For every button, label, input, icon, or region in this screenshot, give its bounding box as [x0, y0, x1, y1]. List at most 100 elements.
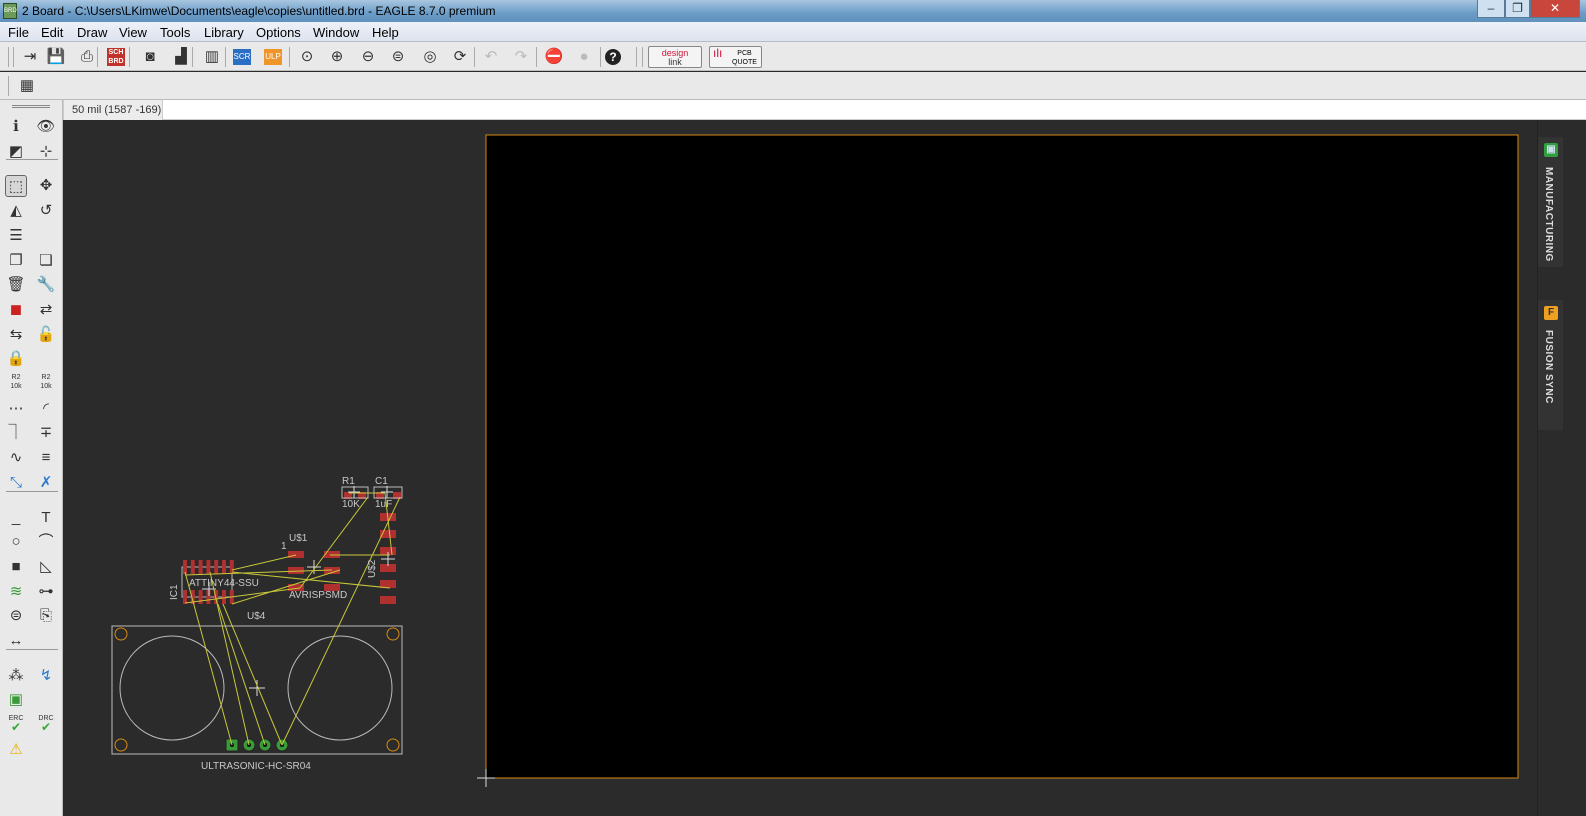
restore-button[interactable]: ❐	[1505, 0, 1530, 18]
board-outline	[485, 134, 1519, 779]
delete-icon[interactable]: 🗑	[5, 274, 27, 296]
circle-icon[interactable]: ○	[5, 531, 27, 553]
board-canvas[interactable]: R1 10K C1 1uF U$1 1 AVRISPSMD ATTINY44-S…	[63, 120, 1537, 816]
script-icon[interactable]: SCR	[233, 49, 251, 65]
main-toolbar: ⇥ 💾 ⎙ SCH BRD ◙ ▟ ▥ SCR ULP ⊙ ⊕ ⊖ ⊜ ◎ ⟳ ↶ ↷ ⛔ ●? design link…	[0, 42, 1586, 71]
via-icon[interactable]: ≋	[5, 581, 27, 603]
ultrasonic-module[interactable]	[111, 625, 403, 755]
ic1-pad	[206, 560, 211, 574]
help-icon[interactable]: ?	[605, 49, 621, 65]
design-link-button[interactable]: design link	[648, 46, 702, 68]
ulp-icon[interactable]: ULP	[264, 49, 282, 65]
align-icon[interactable]: ☰	[5, 225, 27, 247]
minimize-button[interactable]: –	[1477, 0, 1505, 18]
miter-icon[interactable]: ◜	[35, 398, 57, 420]
lock-icon[interactable]: 🔒	[5, 348, 27, 370]
split-icon[interactable]: ⏋	[5, 422, 27, 444]
erc-icon[interactable]: ERC ✔	[5, 714, 27, 736]
grid-icon[interactable]: ▦	[16, 75, 38, 97]
menu-view[interactable]: View	[119, 25, 147, 40]
fusion-sync-tab[interactable]: F FUSION SYNC	[1538, 300, 1563, 430]
title-bar: BRD 2 Board - C:\Users\LKimwe\Documents\…	[0, 0, 1586, 22]
meander-icon[interactable]: ∿	[5, 447, 27, 469]
arc-icon[interactable]: ⌒	[35, 531, 57, 553]
value-icon[interactable]: R2 10k	[35, 373, 57, 395]
name-icon[interactable]: R2 10k	[5, 373, 27, 395]
menu-options[interactable]: Options	[256, 25, 301, 40]
sch-brd-switch-icon[interactable]: SCH BRD	[107, 48, 125, 66]
library-icon[interactable]: ▥	[201, 46, 223, 68]
command-input[interactable]	[175, 101, 1575, 119]
avrisp-label: AVRISPSMD	[289, 590, 347, 601]
smash-icon[interactable]: ⋯	[5, 398, 27, 420]
toolbar-separator	[6, 648, 58, 650]
toolbar-grip[interactable]	[12, 105, 50, 108]
polygon-icon[interactable]: ◺	[35, 556, 57, 578]
zoom-in-icon[interactable]: ⊕	[326, 46, 348, 68]
us1-pin-label: 1	[281, 541, 287, 552]
menu-tools[interactable]: Tools	[160, 25, 190, 40]
menu-library[interactable]: Library	[204, 25, 244, 40]
errors-icon[interactable]: ⚠	[5, 739, 27, 761]
menu-draw[interactable]: Draw	[77, 25, 107, 40]
menu-help[interactable]: Help	[372, 25, 399, 40]
signal-icon[interactable]: ⊶	[35, 581, 57, 603]
rotate-icon[interactable]: ↺	[35, 200, 57, 222]
select-icon[interactable]: ⬚	[5, 175, 27, 198]
save-icon[interactable]: 💾	[45, 46, 67, 68]
menu-file[interactable]: File	[8, 25, 29, 40]
lock-part-icon[interactable]: 🔓	[35, 324, 57, 346]
toolbar-separator	[6, 159, 58, 161]
zoom-fit-icon[interactable]: ⊙	[296, 46, 318, 68]
move-icon[interactable]: ✥	[35, 175, 57, 197]
menu-edit[interactable]: Edit	[41, 25, 63, 40]
manufacturing-tab[interactable]: ▣ MANUFACTURING	[1538, 137, 1563, 267]
close-button[interactable]: ✕	[1530, 0, 1580, 18]
attribute-icon[interactable]: ⎘	[35, 605, 57, 627]
zoom-area-icon[interactable]: ◎	[419, 46, 441, 68]
info-icon[interactable]: ℹ	[5, 116, 27, 138]
c1-label: C1	[375, 476, 388, 487]
menu-window[interactable]: Window	[313, 25, 359, 40]
change-icon[interactable]: 🔧	[35, 274, 57, 296]
replace-icon[interactable]: ⇄	[35, 299, 57, 321]
command-toolbar: ℹ 👁 ◩ ⊹ ⬚ ✥ ◭ ↺ ☰ ❐ ❏ 🗑 🔧 ◼ ⇄ ⇆ 🔓 🔒 R2 10k R2 10k ⋯ ◜ ⏋ ∓ ∿ ≡ ⤡ ✗ _ T ○ ⌒…	[0, 100, 63, 816]
hole-icon[interactable]: ⊜	[5, 605, 27, 627]
stop-icon[interactable]: ⛔	[543, 46, 565, 68]
print-icon[interactable]: ⎙	[76, 46, 98, 68]
manufacturing-icon[interactable]: ▟	[170, 46, 192, 68]
redo-icon[interactable]: ↷	[510, 46, 532, 68]
design-block-icon[interactable]: ▣	[5, 689, 27, 711]
ratsnest-icon[interactable]: ⁂	[5, 665, 27, 687]
sonar-label: ULTRASONIC-HC-SR04	[201, 761, 311, 772]
value-sample: 10k	[40, 383, 52, 390]
zoom-out-icon[interactable]: ⊖	[357, 46, 379, 68]
ic1-label: IC1	[169, 584, 180, 600]
board-drawing[interactable]: R1 10K C1 1uF U$1 1 AVRISPSMD ATTINY44-S…	[63, 120, 1537, 816]
optimize-icon[interactable]: ∓	[35, 422, 57, 444]
name-sample: R2	[11, 374, 21, 381]
swap-icon[interactable]: ⇆	[5, 324, 27, 346]
rectangle-icon[interactable]: ■	[5, 556, 27, 578]
pcb-quote-button[interactable]: ılı PCB QUOTE	[709, 46, 762, 68]
ic1-value: ATTINY44-SSU	[189, 578, 259, 589]
drc-icon[interactable]: DRC ✔	[35, 714, 57, 736]
autorouter-icon[interactable]: ↯	[35, 665, 57, 687]
ic1-pad	[190, 560, 195, 574]
paste-icon[interactable]: ❏	[35, 250, 57, 272]
open-icon[interactable]: ⇥	[19, 46, 41, 68]
mirror-icon[interactable]: ◭	[5, 200, 27, 222]
ic1-pad	[198, 560, 203, 574]
add-icon[interactable]: ◼	[5, 299, 27, 321]
cam-processor-icon[interactable]: ◙	[139, 46, 161, 68]
line-icon[interactable]: _	[5, 507, 27, 529]
copy-icon[interactable]: ❐	[5, 250, 27, 272]
zoom-select-icon[interactable]: ⊜	[387, 46, 409, 68]
redraw-icon[interactable]: ⟳	[449, 46, 471, 68]
go-icon[interactable]: ●	[573, 46, 595, 68]
airwires	[184, 492, 401, 746]
route-multiple-icon[interactable]: ≡	[35, 447, 57, 469]
show-icon[interactable]: 👁	[35, 116, 57, 138]
text-icon[interactable]: T	[35, 507, 57, 529]
undo-icon[interactable]: ↶	[480, 46, 502, 68]
